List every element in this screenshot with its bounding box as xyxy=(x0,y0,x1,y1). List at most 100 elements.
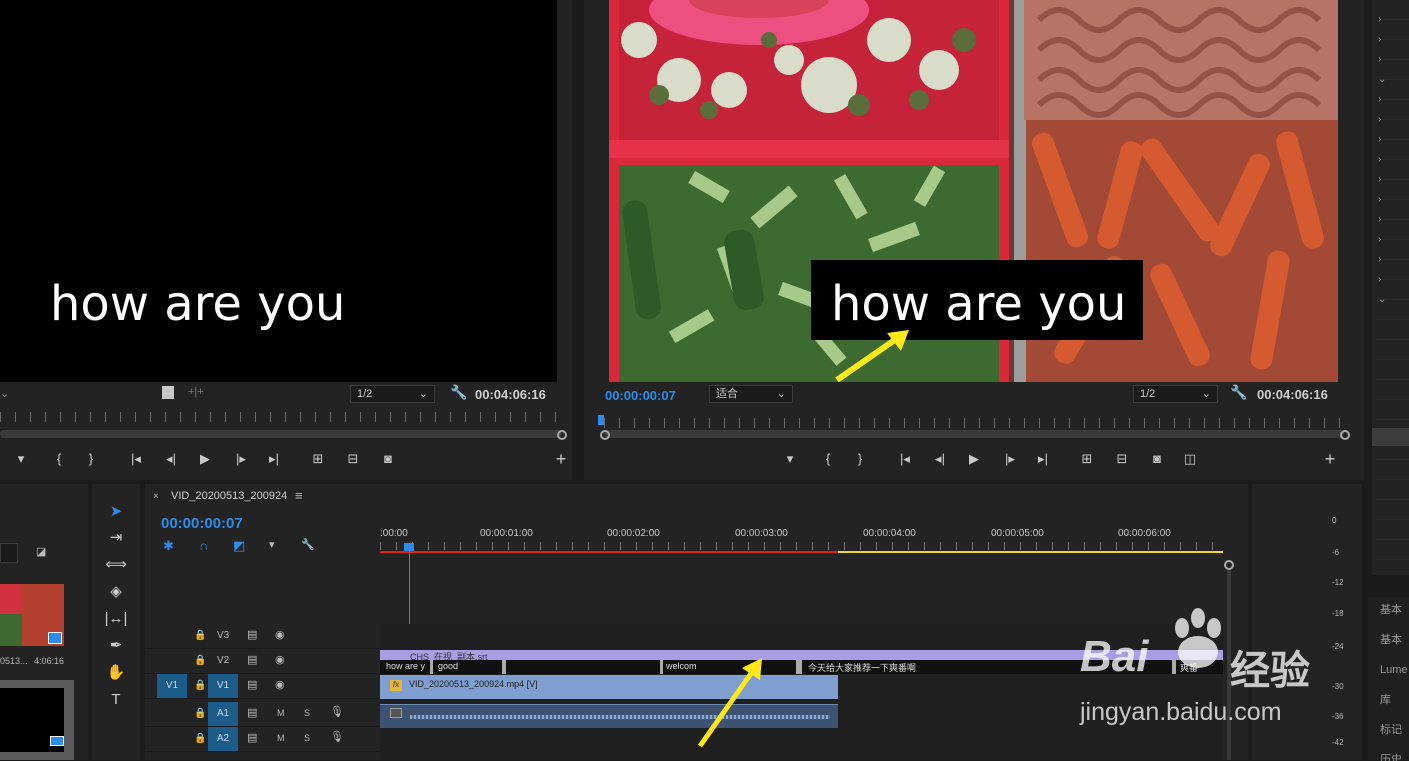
go-to-out-icon[interactable]: ▸| xyxy=(1032,449,1054,469)
trim-icon[interactable]: +|+ xyxy=(188,386,204,398)
source-time-ruler[interactable] xyxy=(0,412,562,422)
wrench-icon[interactable]: 🔧 xyxy=(450,384,467,401)
source-patch-v1[interactable]: V1 xyxy=(157,674,187,698)
razor-tool-icon[interactable]: ◈ xyxy=(102,580,130,604)
menu-icon[interactable]: ≡ xyxy=(295,488,303,503)
add-button-icon[interactable]: + xyxy=(1319,449,1341,469)
panel-tab-library[interactable]: 库 xyxy=(1368,687,1409,717)
go-to-in-icon[interactable]: |◂ xyxy=(894,449,916,469)
timeline-ruler[interactable]: :00:00 00:00:01:00 00:00:02:00 00:00:03:… xyxy=(380,524,1223,554)
mark-in-icon[interactable]: { xyxy=(817,449,839,469)
chevron-right-icon[interactable]: › › › ⌄ › › › › › › › › › › ⌄ xyxy=(1378,10,1386,310)
panel-tab-history[interactable]: 历史 xyxy=(1368,747,1409,761)
mark-out-icon[interactable]: } xyxy=(80,449,102,469)
add-button-icon[interactable]: + xyxy=(550,449,572,469)
tree-selected-row[interactable] xyxy=(1372,428,1409,446)
project-search-input[interactable] xyxy=(0,543,18,563)
program-scroll-bar[interactable] xyxy=(604,430,1344,438)
insert-icon[interactable]: ⊞ xyxy=(307,449,329,469)
panel-tab-markers[interactable]: 标记 xyxy=(1368,717,1409,747)
track-select-tool-icon[interactable]: ⇥ xyxy=(102,526,130,550)
caption-item[interactable]: how are y xyxy=(386,661,425,671)
microphone-icon[interactable]: 🎙 xyxy=(330,705,344,718)
dropdown-arrow-icon[interactable]: ⌄ xyxy=(0,387,9,400)
sync-icon[interactable]: ▤ xyxy=(247,653,257,666)
add-marker-icon[interactable]: ▾ xyxy=(269,538,275,551)
linked-selection-icon[interactable]: ◩ xyxy=(233,538,245,554)
sequence-thumbnail[interactable] xyxy=(0,680,74,760)
sync-icon[interactable]: ▤ xyxy=(247,731,257,744)
timeline-scroll-circle[interactable] xyxy=(1224,560,1234,570)
lock-icon[interactable]: 🔒 xyxy=(194,680,206,691)
play-icon[interactable]: ▶ xyxy=(194,449,216,469)
step-forward-icon[interactable]: |▸ xyxy=(230,449,252,469)
timeline-timecode[interactable]: 00:00:00:07 xyxy=(161,515,243,532)
close-icon[interactable]: × xyxy=(153,491,159,502)
lock-icon[interactable]: 🔒 xyxy=(194,655,206,666)
fit-dropdown[interactable]: 适合 ⌄ xyxy=(709,385,793,403)
scroll-handle-left[interactable] xyxy=(600,430,610,440)
panel-tab-essential[interactable]: 基本 xyxy=(1368,597,1409,627)
source-scale-dropdown[interactable]: 1/2 ⌄ xyxy=(350,385,435,403)
source-scroll-handle[interactable] xyxy=(557,430,567,440)
marker-icon[interactable]: ▾ xyxy=(779,449,801,469)
program-time-ruler[interactable] xyxy=(604,418,1344,428)
solo-button[interactable]: S xyxy=(304,708,310,718)
camera-icon[interactable]: ◙ xyxy=(1146,449,1168,469)
solo-button[interactable]: S xyxy=(304,733,310,743)
track-target-a2[interactable]: A2 xyxy=(208,727,238,751)
selection-tool-icon[interactable]: ➤ xyxy=(102,500,130,524)
eye-icon[interactable]: ◉ xyxy=(275,678,285,691)
step-back-icon[interactable]: ◂| xyxy=(160,449,182,469)
mute-button[interactable]: M xyxy=(277,708,285,718)
timeline-playhead-icon[interactable] xyxy=(404,543,414,551)
lock-icon[interactable]: 🔒 xyxy=(194,630,206,641)
mark-in-icon[interactable]: { xyxy=(48,449,70,469)
caption-item[interactable]: 今天给大家推荐一下爽番啊 xyxy=(808,661,916,674)
caption-item[interactable]: good xyxy=(438,661,458,671)
go-to-in-icon[interactable]: |◂ xyxy=(125,449,147,469)
marker-icon[interactable]: ▾ xyxy=(10,449,32,469)
panel-tab-essential-2[interactable]: 基本 xyxy=(1368,627,1409,657)
wrench-icon[interactable]: 🔧 xyxy=(1230,384,1247,401)
mark-out-icon[interactable]: } xyxy=(849,449,871,469)
lock-icon[interactable]: 🔒 xyxy=(194,733,206,744)
sync-icon[interactable]: ▤ xyxy=(247,628,257,641)
track-target-a1[interactable]: A1 xyxy=(208,702,238,726)
type-tool-icon[interactable]: T xyxy=(102,688,130,712)
extract-icon[interactable]: ⊟ xyxy=(1111,449,1133,469)
lock-icon[interactable]: 🔒 xyxy=(194,708,206,719)
step-back-icon[interactable]: ◂| xyxy=(929,449,951,469)
clip-thumbnail[interactable] xyxy=(0,584,64,646)
slip-tool-icon[interactable]: |↔| xyxy=(102,607,130,631)
panel-tab-lumetri[interactable]: Lume xyxy=(1368,657,1409,687)
go-to-out-icon[interactable]: ▸| xyxy=(263,449,285,469)
mute-button[interactable]: M xyxy=(277,733,285,743)
ripple-edit-tool-icon[interactable]: ⟺ xyxy=(102,553,130,577)
overwrite-icon[interactable]: ⊟ xyxy=(342,449,364,469)
new-bin-icon[interactable]: ◪ xyxy=(36,545,46,558)
program-timecode[interactable]: 00:00:00:07 xyxy=(605,388,676,403)
film-icon[interactable] xyxy=(162,386,174,399)
compare-icon[interactable]: ◫ xyxy=(1179,449,1201,469)
nest-icon[interactable]: ✱ xyxy=(163,538,174,554)
source-scroll-bar[interactable] xyxy=(0,430,562,438)
program-scale-dropdown[interactable]: 1/2 ⌄ xyxy=(1133,385,1218,403)
eye-icon[interactable]: ◉ xyxy=(275,628,285,641)
snap-icon[interactable]: ∩ xyxy=(199,538,208,553)
track-target-v1[interactable]: V1 xyxy=(208,674,238,698)
lift-icon[interactable]: ⊞ xyxy=(1076,449,1098,469)
step-forward-icon[interactable]: |▸ xyxy=(999,449,1021,469)
eye-icon[interactable]: ◉ xyxy=(275,653,285,666)
timeline-settings-wrench-icon[interactable]: 🔧 xyxy=(301,538,315,551)
microphone-icon[interactable]: 🎙 xyxy=(330,730,344,743)
timeline-tab-title[interactable]: VID_20200513_200924 xyxy=(171,490,287,502)
sync-icon[interactable]: ▤ xyxy=(247,678,257,691)
sync-icon[interactable]: ▤ xyxy=(247,706,257,719)
hand-tool-icon[interactable]: ✋ xyxy=(102,661,130,685)
play-icon[interactable]: ▶ xyxy=(963,449,985,469)
pen-tool-icon[interactable]: ✒ xyxy=(102,634,130,658)
scroll-handle-right[interactable] xyxy=(1340,430,1350,440)
camera-icon[interactable]: ◙ xyxy=(377,449,399,469)
program-playhead-icon[interactable] xyxy=(598,415,604,425)
